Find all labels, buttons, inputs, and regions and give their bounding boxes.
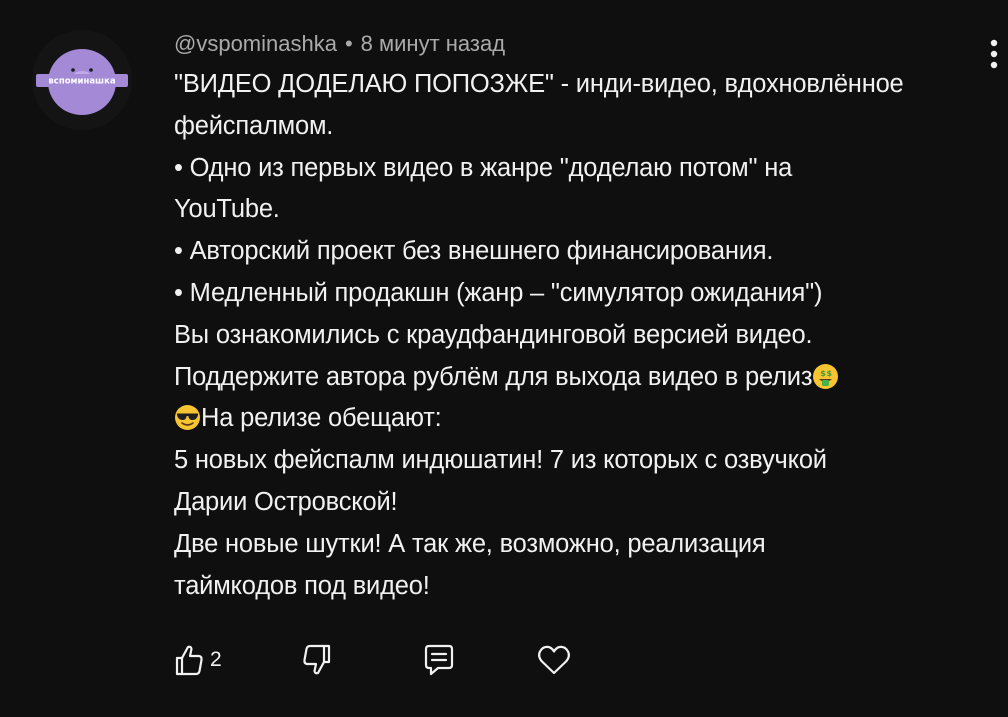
- dislike-button[interactable]: [302, 640, 332, 680]
- comment-line: фейспалмом.: [174, 111, 334, 140]
- comment-line: • Одно из первых видео в жанре "доделаю …: [174, 153, 793, 182]
- comment-body: "ВИДЕО ДОДЕЛАЮ ПОПОЗЖЕ" - инди-видео, вд…: [174, 64, 974, 607]
- avatar-image: вспоминашка: [35, 33, 129, 127]
- thumbs-down-icon: [303, 644, 331, 675]
- like-button[interactable]: 2: [174, 640, 222, 680]
- timestamp[interactable]: 8 минут назад: [361, 31, 505, 56]
- avatar[interactable]: вспоминашка: [32, 30, 132, 130]
- reply-icon: [424, 644, 454, 676]
- vertical-dots-icon: [990, 39, 998, 69]
- sunglasses-face-emoji: [174, 404, 201, 431]
- avatar-label: вспоминашка: [48, 77, 115, 87]
- heart-button[interactable]: [536, 640, 572, 680]
- money-mouth-face-emoji: $ $: [812, 363, 839, 390]
- comment-line: • Авторский проект без внешнего финансир…: [174, 237, 774, 266]
- comment-line: На релизе обещают:: [174, 398, 974, 440]
- comment-line: "ВИДЕО ДОДЕЛАЮ ПОПОЗЖЕ" - инди-видео, вд…: [174, 70, 904, 98]
- comment-line: Вы ознакомились с краудфандинговой верси…: [174, 320, 813, 349]
- comment-line: Поддержите автора рублём для выхода виде…: [174, 357, 974, 399]
- comment-line: 5 новых фейспалм индюшатин! 7 из которых…: [174, 446, 827, 475]
- comment-line: Дарии Островской!: [174, 487, 398, 516]
- comment-line: Две новые шутки! А так же, возможно, реа…: [174, 529, 766, 558]
- author-handle[interactable]: @vspominashka: [174, 31, 337, 56]
- svg-text:$: $: [827, 369, 833, 378]
- comment-line: YouTube.: [174, 195, 280, 224]
- comment-meta: @vspominashka • 8 минут назад: [174, 30, 505, 58]
- reply-button[interactable]: [422, 640, 456, 680]
- comment-line: • Медленный продакшн (жанр – "симулятор …: [174, 278, 823, 307]
- like-count: 2: [210, 648, 222, 671]
- comment-line-text: На релизе обещают:: [201, 404, 442, 433]
- more-actions-button[interactable]: [980, 34, 1008, 74]
- meta-separator: •: [344, 31, 353, 56]
- comment-line: таймкодов под видео!: [174, 571, 430, 600]
- thumbs-up-icon: [175, 645, 203, 676]
- heart-icon: [538, 645, 570, 675]
- svg-text:$: $: [821, 369, 827, 378]
- comment-line-text: Поддержите автора рублём для выхода виде…: [174, 362, 813, 391]
